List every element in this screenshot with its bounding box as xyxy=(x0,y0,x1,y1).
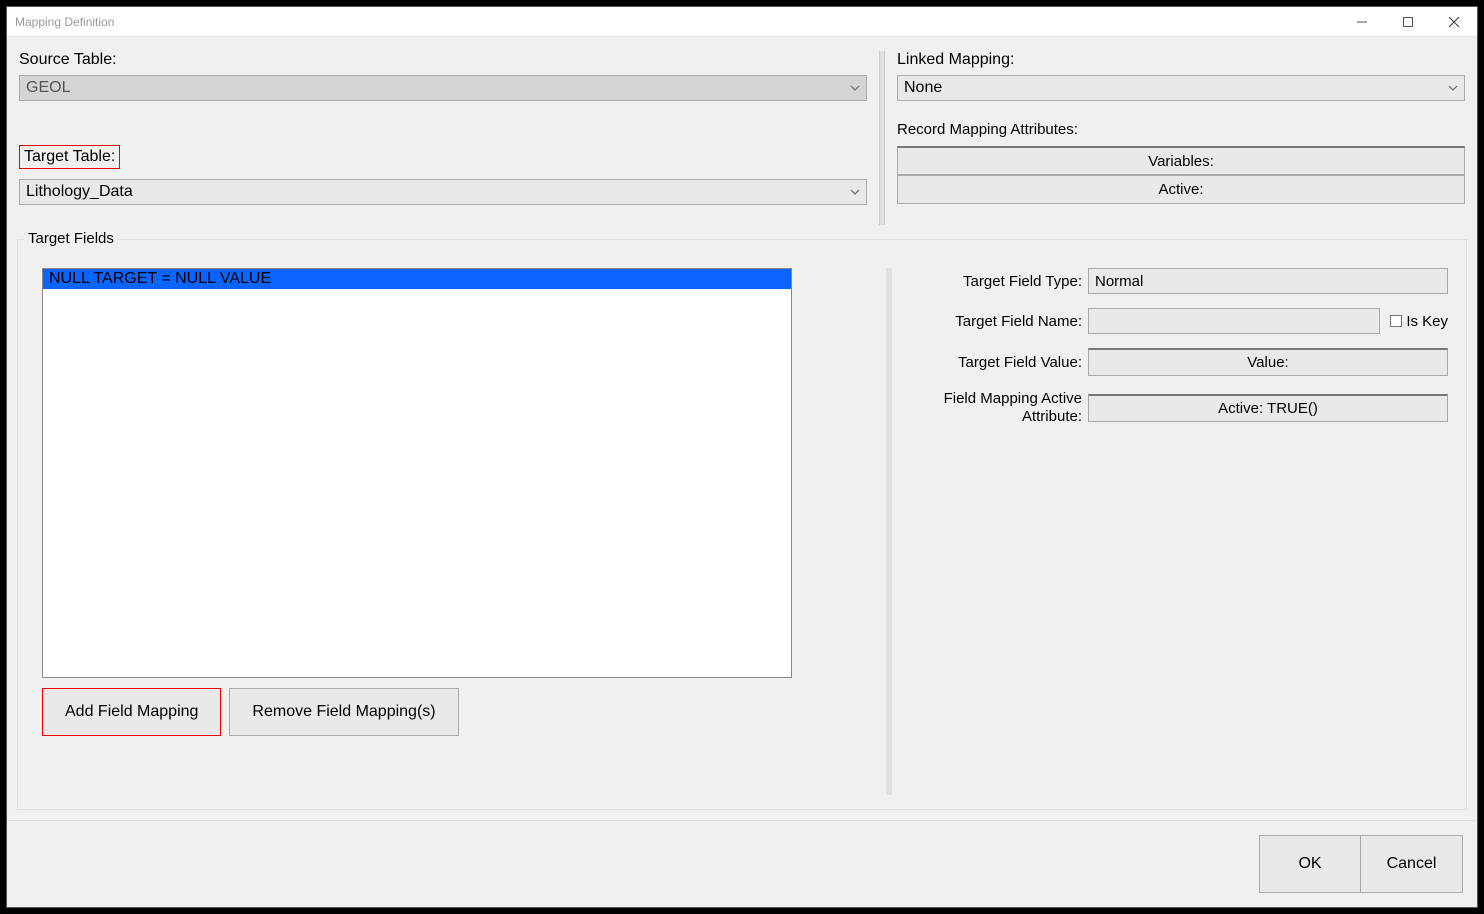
close-icon xyxy=(1449,17,1459,27)
minimize-icon xyxy=(1357,17,1367,27)
chevron-down-icon xyxy=(850,187,860,197)
target-field-value-label: Target Field Value: xyxy=(898,354,1088,371)
vertical-divider xyxy=(879,51,885,225)
linked-mapping-select[interactable]: None xyxy=(897,75,1465,101)
record-active-button[interactable]: Active: xyxy=(897,175,1465,204)
target-fields-group: Target Fields NULL TARGET = NULL VALUE A… xyxy=(17,239,1467,810)
field-mapping-active-label: Field Mapping Active Attribute: xyxy=(898,390,1088,426)
target-table-select[interactable]: Lithology_Data xyxy=(19,179,867,205)
target-field-name-select[interactable] xyxy=(1088,308,1380,334)
is-key-label: Is Key xyxy=(1406,313,1448,330)
target-fields-legend: Target Fields xyxy=(24,230,118,247)
titlebar: Mapping Definition xyxy=(7,7,1477,37)
maximize-icon xyxy=(1403,17,1413,27)
checkbox-icon xyxy=(1390,315,1402,327)
field-mapping-active-button[interactable]: Active: TRUE() xyxy=(1088,394,1448,422)
target-field-type-label: Target Field Type: xyxy=(898,273,1088,290)
minimize-button[interactable] xyxy=(1339,7,1385,37)
linked-mapping-label: Linked Mapping: xyxy=(897,51,1014,69)
target-table-value: Lithology_Data xyxy=(26,183,133,201)
source-table-label: Source Table: xyxy=(19,51,117,69)
chevron-down-icon xyxy=(1448,83,1458,93)
target-field-value-button[interactable]: Value: xyxy=(1088,348,1448,376)
remove-field-mapping-button[interactable]: Remove Field Mapping(s) xyxy=(229,688,458,736)
list-item[interactable]: NULL TARGET = NULL VALUE xyxy=(43,269,791,289)
linked-mapping-value: None xyxy=(904,79,942,97)
window-title: Mapping Definition xyxy=(15,15,114,29)
is-key-checkbox[interactable]: Is Key xyxy=(1390,313,1448,330)
add-field-mapping-button[interactable]: Add Field Mapping xyxy=(42,688,221,736)
target-field-type-select[interactable]: Normal xyxy=(1088,268,1448,294)
chevron-down-icon xyxy=(850,83,860,93)
cancel-button[interactable]: Cancel xyxy=(1361,835,1463,893)
ok-button[interactable]: OK xyxy=(1259,835,1361,893)
target-fields-listbox[interactable]: NULL TARGET = NULL VALUE xyxy=(42,268,792,678)
target-table-label: Target Table: xyxy=(19,145,120,169)
record-attributes-label: Record Mapping Attributes: xyxy=(897,121,1465,138)
variables-button[interactable]: Variables: xyxy=(897,146,1465,175)
target-field-type-value: Normal xyxy=(1095,273,1143,290)
dialog-footer: OK Cancel xyxy=(7,820,1477,907)
close-button[interactable] xyxy=(1431,7,1477,37)
source-table-value: GEOL xyxy=(26,79,70,97)
maximize-button[interactable] xyxy=(1385,7,1431,37)
source-table-select[interactable]: GEOL xyxy=(19,75,867,101)
target-field-name-label: Target Field Name: xyxy=(898,313,1088,330)
vertical-divider xyxy=(886,268,892,795)
mapping-definition-window: Mapping Definition Source Table: GEOL Ta… xyxy=(6,6,1478,908)
